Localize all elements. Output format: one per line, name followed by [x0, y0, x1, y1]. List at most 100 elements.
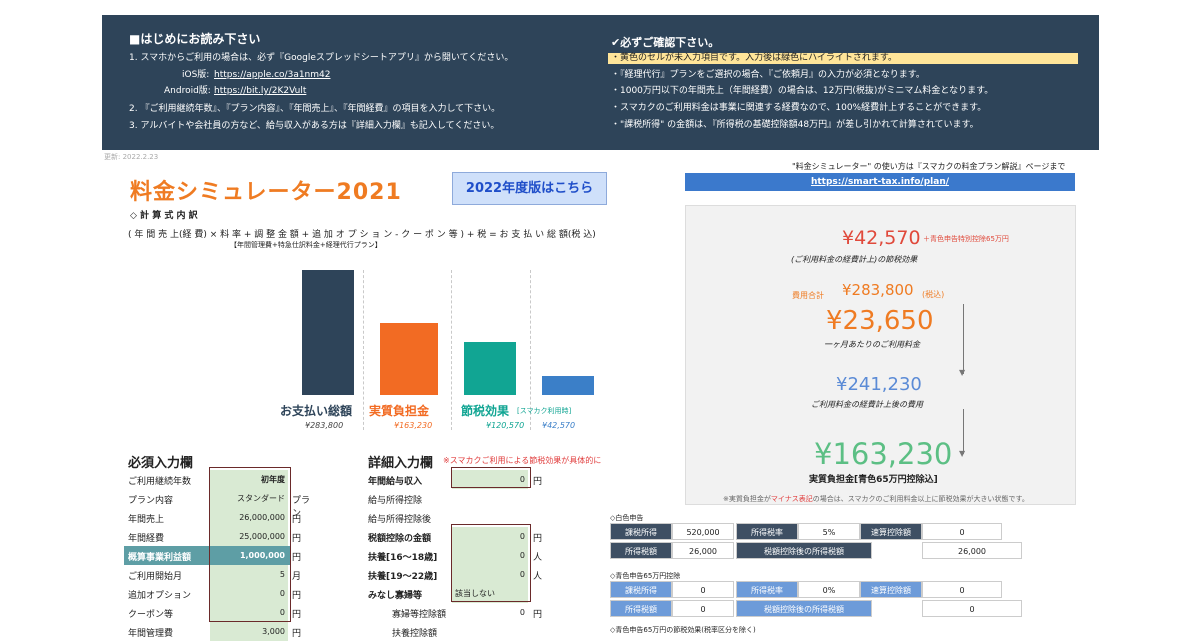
summary-panel: ¥42,570 ＋青色申告特別控除65万円 (ご利用料金の経費計上)の節税効果 …: [685, 205, 1076, 505]
chart-value-label: ¥163,230: [394, 421, 433, 430]
tax-cell: 課税所得: [610, 523, 672, 540]
detail-value: [452, 622, 528, 641]
detail-label: みなし寡婦等: [368, 591, 423, 601]
tax-cell: 5%: [798, 523, 860, 540]
tax-cell: 0: [922, 581, 1002, 598]
tax-cell: 0: [672, 581, 734, 598]
right-line-3: ・1000万円以下の年間売上（年間経費）の場合は、12万円(税抜)がミニマム料金…: [611, 86, 994, 96]
chart-bar: [464, 341, 516, 395]
detail-note: ※スマカクご利用による節税効果が具体的に: [443, 456, 602, 465]
required-unit: 円: [292, 610, 302, 620]
detail-unit: 人: [533, 572, 543, 582]
detail-value: 0: [519, 608, 525, 617]
left-line-3: 3. アルバイトや会社員の方など、給与収入がある方は『詳細入力欄』も記入してくだ…: [129, 121, 500, 131]
required-unit: 円: [292, 629, 302, 639]
arrow-2-line: [963, 409, 964, 454]
monthly-fee: ¥23,650: [826, 306, 934, 336]
formula-heading: ◇ 計 算 式 内 訳: [130, 211, 198, 221]
required-row: 年間管理費 3,000 円: [128, 622, 318, 641]
chart-separator: [363, 270, 364, 430]
required-unit: 円: [292, 553, 302, 563]
footnote: ※実質負担金がマイナス表記の場合は、スマカクのご利用料金以上に節税効果が大きい状…: [723, 495, 1029, 503]
required-unit: 円: [292, 591, 302, 601]
cost-total-value: ¥283,800: [842, 281, 914, 299]
tax-cell: 税額控除後の所得税額: [736, 542, 872, 559]
right-line-5: ・"課税所得" の金額は、『所得税の基礎控除額48万円』が差し引かれて計算されて…: [611, 120, 979, 130]
formula: ( 年 間 売 上(経 費) × 料 率 + 調 整 金 額 + 追 加 オ プ…: [128, 230, 596, 240]
after-value: ¥241,230: [836, 374, 922, 395]
updated-date: 更新: 2022.2.23: [104, 153, 159, 161]
tax-cell: 所得税率: [736, 523, 798, 540]
detail-border: [451, 524, 531, 602]
chart-value-label: ¥42,570: [542, 421, 576, 430]
version-2022-button[interactable]: 2022年度版はこちら: [452, 172, 607, 205]
right-title: ✔必ずご確認下さい。: [611, 36, 720, 49]
required-label: 年間売上: [128, 515, 165, 525]
left-line-1: 1. スマホからご利用の場合は、必ず『Googleスプレッドシートアプリ』から開…: [129, 53, 514, 63]
detail-row: 給与所得控除: [368, 489, 558, 508]
cost-total-label: 費用合計: [792, 291, 824, 300]
detail-unit: 円: [533, 477, 543, 487]
chart-category-label: 節税効果: [461, 404, 510, 418]
right-line-4: ・スマカクのご利用料金は事業に関連する経費なので、100%経費計上することができ…: [611, 103, 987, 113]
required-title: 必須入力欄: [128, 456, 194, 471]
left-title: ■はじめにお読み下さい: [129, 32, 261, 46]
white-table-title: ◇白色申告: [610, 514, 644, 522]
bottom-title: ◇青色申告65万円の節税効果(税率区分を除く): [610, 626, 756, 634]
detail-unit: 円: [533, 610, 543, 620]
required-label: ご利用継続年数: [128, 477, 192, 487]
detail-row: 扶養控除額: [368, 622, 558, 641]
detail-label: 扶養控除額: [392, 629, 438, 639]
detail-label: 給与所得控除: [368, 496, 423, 506]
saving-value: ¥42,570: [842, 227, 921, 249]
saving-caption: (ご利用料金の経費計上)の節税効果: [791, 255, 918, 264]
required-label: 追加オプション: [128, 591, 192, 601]
right-line-1: ・黄色のセルが未入力項目です。入力後は緑色にハイライトされます。: [608, 53, 1078, 64]
required-label: 年間経費: [128, 534, 165, 544]
chart-separator: [451, 270, 452, 430]
tax-cell: 速算控除額: [860, 581, 922, 598]
detail-label: 扶養[19〜22歳]: [368, 572, 438, 582]
detail-value: [452, 489, 528, 508]
arrow-1-head: ▼: [959, 368, 966, 377]
chart-value-label: ¥283,800: [305, 421, 344, 430]
detail-title: 詳細入力欄: [368, 456, 434, 471]
blue-table-title: ◇青色申告65万円控除: [610, 572, 681, 580]
chart-bar: [302, 270, 354, 395]
tax-incl: (税込): [922, 290, 945, 299]
required-unit: 円: [292, 534, 302, 544]
chart-bar: [380, 323, 438, 395]
tax-cell: 所得税額: [610, 542, 672, 559]
after-caption: ご利用料金の経費計上後の費用: [811, 400, 923, 409]
detail-unit: 人: [533, 553, 543, 563]
required-value[interactable]: 3,000: [210, 622, 288, 641]
saving-note: ＋青色申告特別控除65万円: [923, 235, 1009, 243]
android-label: Android版:: [164, 86, 211, 96]
arrow-2-head: ▼: [959, 449, 966, 458]
chart-bar: [542, 376, 594, 395]
detail-label: 寡婦等控除額: [392, 610, 447, 620]
detail-unit: 円: [533, 534, 543, 544]
chart-extra-label: [スマカク利用時]: [517, 407, 572, 415]
required-border: [209, 467, 291, 622]
required-unit: 円: [292, 515, 302, 525]
tax-cell: 課税所得: [610, 581, 672, 598]
instructions-header: ■はじめにお読み下さい 1. スマホからご利用の場合は、必ず『Googleスプレ…: [102, 15, 1099, 150]
required-unit: 月: [292, 572, 302, 582]
detail-label: 年間給与収入: [368, 477, 423, 487]
chart-category-label: お支払い総額: [280, 404, 353, 418]
tax-cell: 所得税額: [610, 600, 672, 617]
required-label: 年間管理費: [128, 629, 174, 639]
detail-label: 給与所得控除後: [368, 515, 432, 525]
tax-cell: 0%: [798, 581, 860, 598]
ios-link[interactable]: https://apple.co/3a1nm42: [214, 70, 330, 81]
android-link[interactable]: https://bit.ly/2K2Vult: [214, 86, 306, 97]
tax-cell: 税額控除後の所得税額: [736, 600, 872, 617]
tax-cell: 26,000: [672, 542, 734, 559]
chart-value-label: ¥120,570: [486, 421, 525, 430]
arrow-1-line: [963, 304, 964, 374]
tax-cell: 0: [672, 600, 734, 617]
right-line-2: ・『経理代行』プランをご選択の場合、『ご依頼月』の入力が必須となります。: [611, 70, 925, 80]
plan-link[interactable]: https://smart-tax.info/plan/: [685, 173, 1075, 191]
required-label: ご利用開始月: [128, 572, 183, 582]
